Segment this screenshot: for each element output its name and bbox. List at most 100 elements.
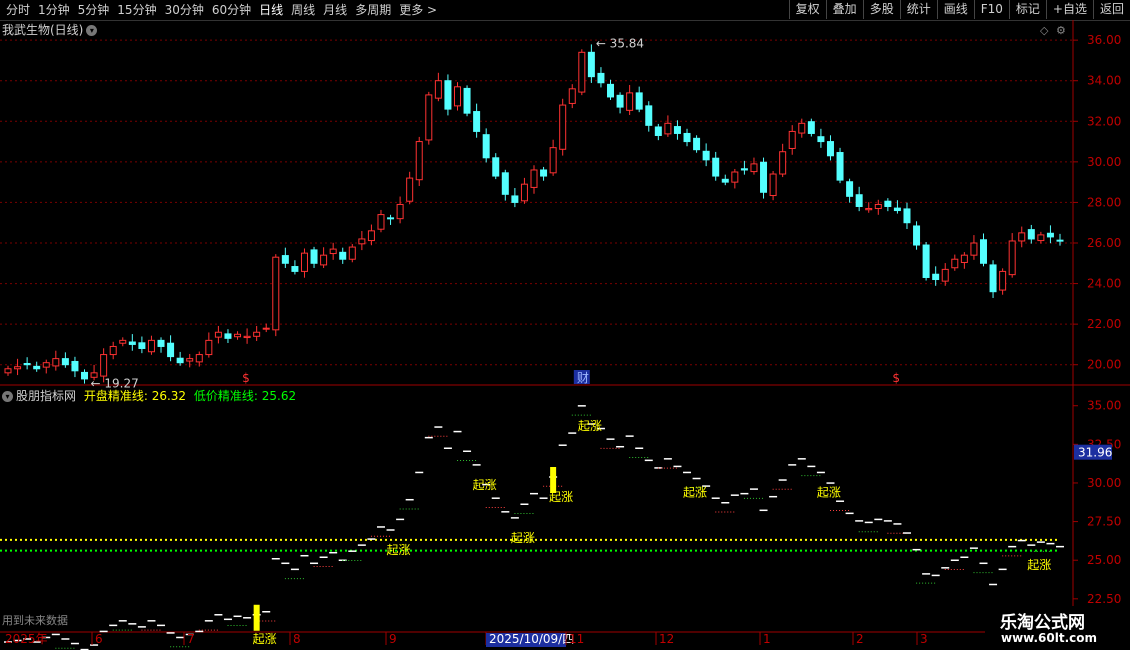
candle-body: [1056, 239, 1064, 242]
indicator-tick-label: 25.00: [1087, 553, 1121, 567]
candle-body: [291, 266, 299, 272]
candle-body: [109, 345, 117, 356]
candle-body: [234, 333, 242, 338]
candle-body: [779, 151, 787, 175]
candle-body: [415, 141, 423, 181]
candle-body: [501, 172, 509, 195]
candle-body: [492, 157, 500, 177]
chevron-down-icon[interactable]: ▾: [2, 391, 13, 402]
candle-body: [33, 365, 41, 370]
candle-body: [128, 341, 136, 345]
candle-body: [635, 92, 643, 110]
open-line-label: 开盘精准线: 26.32: [83, 389, 187, 403]
date-label: 12: [659, 632, 674, 646]
candle-body: [61, 358, 69, 366]
candle-body: [243, 335, 251, 339]
candle-body: [157, 339, 165, 347]
price-tick-label: 26.00: [1087, 236, 1121, 250]
candle-body: [826, 141, 834, 157]
candle-body: [186, 358, 194, 362]
candle-body: [1027, 229, 1035, 240]
candle-body: [81, 371, 89, 380]
candle-body: [941, 268, 949, 282]
candle-body: [769, 173, 777, 197]
candle-body: [673, 126, 681, 134]
candle-body: [979, 239, 987, 264]
candle-body: [42, 362, 50, 368]
candle-body: [52, 358, 60, 367]
candle-body: [23, 362, 31, 366]
candle-body: [387, 217, 395, 220]
candle-body: [884, 200, 892, 207]
signal-label: 起涨: [387, 542, 411, 557]
indicator-tick-label: 35.00: [1087, 399, 1121, 413]
candle-body: [664, 122, 672, 135]
candle-body: [913, 225, 921, 246]
candle-body: [616, 94, 624, 108]
event-marker: $: [242, 371, 250, 385]
future-data-note: 用到未来数据: [2, 614, 68, 627]
date-label: 9: [389, 632, 397, 646]
candle-body: [425, 94, 433, 141]
candle-body: [960, 254, 968, 263]
event-marker: $: [892, 371, 900, 385]
indicator-tick-label: 30.00: [1087, 476, 1121, 490]
current-value-label: 31.96: [1078, 446, 1112, 460]
candle-body: [100, 354, 108, 377]
candle-body: [253, 331, 261, 337]
candle-body: [740, 168, 748, 171]
candle-body: [262, 327, 270, 330]
candle-body: [855, 194, 863, 207]
candle-body: [195, 354, 203, 363]
candle-body: [587, 51, 595, 78]
candle-body: [893, 207, 901, 212]
candle-body: [310, 249, 318, 264]
candle-body: [396, 203, 404, 220]
candle-body: [434, 80, 442, 99]
candle-body: [989, 264, 997, 293]
candle-body: [970, 242, 978, 256]
price-tick-label: 36.00: [1087, 33, 1121, 47]
candle-body: [750, 163, 758, 173]
candle-body: [406, 177, 414, 202]
high-price-label: ← 35.84: [596, 36, 644, 50]
candle-body: [999, 270, 1007, 291]
date-label: 3: [920, 632, 928, 646]
candle-body: [760, 161, 768, 193]
chart-canvas[interactable]: 36.00 34.00 32.00 30.00 28.00 26.00 24.00 22.00…: [0, 0, 1130, 650]
candle-body: [683, 132, 691, 143]
candle-body: [4, 368, 12, 374]
candle-body: [540, 169, 548, 177]
watermark-url: www.60lt.com: [1001, 631, 1098, 645]
price-tick-label: 22.00: [1087, 317, 1121, 331]
indicator-name: 股朋指标网: [16, 389, 77, 403]
signal-label: 起涨: [683, 484, 707, 499]
candle-body: [214, 331, 222, 338]
price-tick-label: 28.00: [1087, 195, 1121, 209]
date-label: 2: [856, 632, 864, 646]
candle-body: [205, 339, 213, 356]
candle-body: [626, 92, 634, 111]
candle-body: [272, 256, 280, 331]
candle-body: [1018, 232, 1026, 242]
low-line-label: 低价精准线: 25.62: [193, 389, 297, 403]
signal-label: 起涨: [578, 418, 602, 433]
signal-label: 起涨: [1027, 557, 1051, 572]
candle-body: [119, 339, 127, 344]
candle-body: [444, 80, 452, 110]
candle-body: [482, 134, 490, 159]
candle-body: [320, 254, 328, 266]
candle-body: [874, 203, 882, 210]
candle-body: [846, 181, 854, 197]
price-tick-label: 20.00: [1087, 358, 1121, 372]
date-label: 1: [763, 632, 771, 646]
signal-label: 起涨: [549, 489, 573, 504]
candle-body: [932, 273, 940, 281]
candle-body: [511, 195, 519, 203]
candle-body: [358, 238, 366, 245]
date-label: 8: [293, 632, 301, 646]
candle-body: [339, 251, 347, 260]
signal-label: 起涨: [511, 530, 535, 545]
date-label: 11: [569, 632, 584, 646]
candle-body: [520, 183, 528, 202]
